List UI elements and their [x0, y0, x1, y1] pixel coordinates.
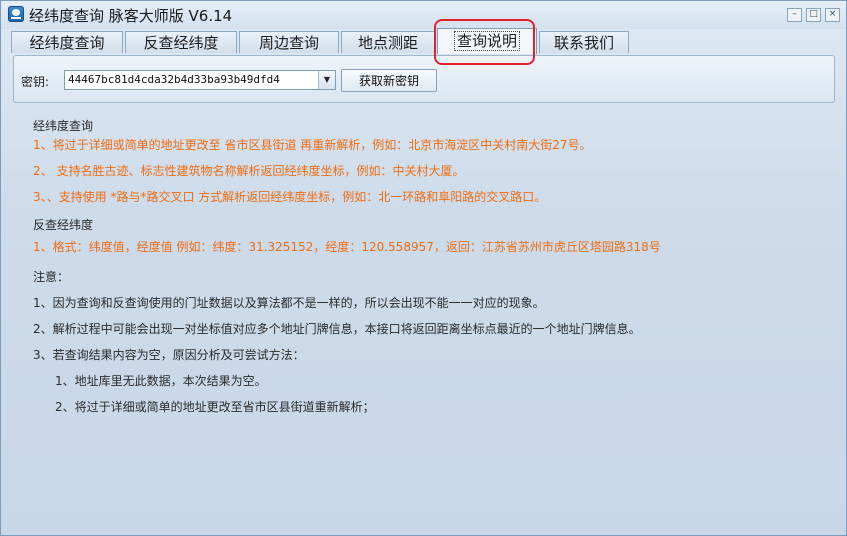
tab-label: 周边查询	[258, 34, 319, 52]
tab-reverse-geocode[interactable]: 反查经纬度	[125, 31, 237, 53]
note-line: 1、因为查询和反查询使用的门址数据以及算法都不是一样的，所以会出现不能一一对应的…	[33, 296, 545, 310]
title-bar[interactable]: 经纬度查询 脉客大师版 V6.14 – □ ×	[1, 1, 846, 29]
note-line: 2、解析过程中可能会出现一对坐标值对应多个地址门牌信息，本接口将返回距离坐标点最…	[33, 322, 641, 336]
help-line: 3、、支持使用 *路与*路交叉口 方式解析返回经纬度坐标，例如：北一环路和阜阳路…	[33, 190, 547, 204]
dropdown-arrow-icon[interactable]: ▼	[318, 71, 335, 89]
key-select[interactable]: 44467bc81d4cda32b4d33ba93b49dfd4 ▼	[64, 70, 336, 90]
get-new-key-button[interactable]: 获取新密钥	[341, 69, 437, 92]
tab-label: 地点测距	[357, 34, 418, 52]
key-panel: 密钥: 44467bc81d4cda32b4d33ba93b49dfd4 ▼ 获…	[13, 55, 835, 103]
highlight-annotation	[434, 19, 535, 65]
help-line: 1、格式：纬度值，经度值 例如：纬度：31.325152，经度：120.5589…	[33, 240, 661, 254]
window-controls: – □ ×	[787, 8, 840, 22]
app-logo-icon	[8, 6, 24, 22]
sub-note-line: 1、地址库里无此数据，本次结果为空。	[55, 374, 267, 388]
section-title-reverse: 反查经纬度	[33, 218, 94, 232]
tab-contact[interactable]: 联系我们	[539, 31, 629, 53]
tab-geocode[interactable]: 经纬度查询	[11, 31, 123, 53]
tab-label: 反查经纬度	[143, 34, 219, 52]
key-value: 44467bc81d4cda32b4d33ba93b49dfd4	[68, 73, 280, 86]
minimize-button[interactable]: –	[787, 8, 802, 22]
window-title: 经纬度查询 脉客大师版 V6.14	[29, 7, 233, 25]
tab-nearby-search[interactable]: 周边查询	[239, 31, 339, 53]
tab-distance[interactable]: 地点测距	[341, 31, 435, 53]
help-line: 2、 支持名胜古迹、标志性建筑物名称解析返回经纬度坐标，例如：中关村大厦。	[33, 164, 465, 178]
sub-note-line: 2、将过于详细或简单的地址更改至省市区县街道重新解析；	[55, 400, 375, 414]
tab-label: 联系我们	[553, 34, 614, 52]
maximize-button[interactable]: □	[806, 8, 821, 22]
help-line: 1、将过于详细或简单的地址更改至 省市区县街道 再重新解析，例如：北京市海淀区中…	[33, 138, 592, 152]
close-button[interactable]: ×	[825, 8, 840, 22]
notes-title: 注意：	[33, 270, 70, 284]
app-window: 经纬度查询 脉客大师版 V6.14 – □ × 经纬度查询 反查经纬度 周边查询…	[0, 0, 847, 536]
tab-label: 经纬度查询	[29, 34, 105, 52]
note-line: 3、若查询结果内容为空，原因分析及可尝试方法：	[33, 348, 305, 362]
section-title-geocode: 经纬度查询	[33, 119, 94, 133]
key-label: 密钥:	[21, 75, 50, 89]
